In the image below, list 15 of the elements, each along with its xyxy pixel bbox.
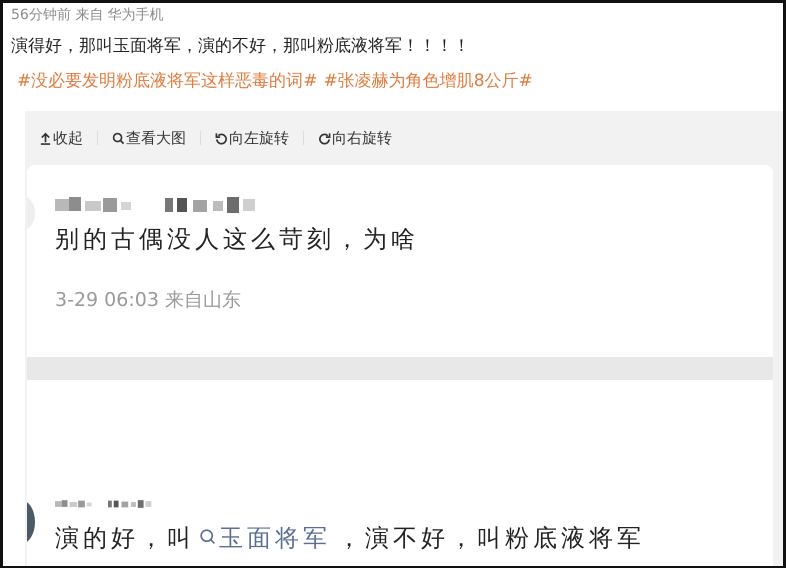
toolbar-button[interactable]: 向左旋转	[213, 128, 291, 148]
search-icon	[112, 132, 125, 144]
toolbar-button[interactable]: 收起	[37, 128, 85, 148]
search-link[interactable]: 玉面将军	[195, 524, 331, 552]
search-icon	[199, 528, 217, 546]
upload-arrow-icon	[39, 132, 52, 144]
toolbar-button[interactable]: 向右旋转	[316, 128, 394, 148]
comment-time: 3-29 06:03 来自山东	[55, 288, 242, 313]
post-meta: 56分钟前 来自 华为手机	[11, 6, 165, 25]
rotate-right-icon	[318, 132, 331, 144]
toolbar-button[interactable]: 查看大图	[110, 128, 188, 148]
post-text: 演得好，那叫玉面将军，演的不好，那叫粉底液将军！！！！ #没必要发明粉底液将军这样恶毒的词# #张凌赫为角色增肌8公斤#	[11, 35, 534, 93]
comment-text: 演的好，叫 玉面将军 ，演不好，叫粉底液将军	[55, 523, 646, 554]
comment-text: 别的古偶没人这么苛刻，为啥	[55, 224, 420, 255]
rotate-left-icon	[215, 132, 228, 144]
